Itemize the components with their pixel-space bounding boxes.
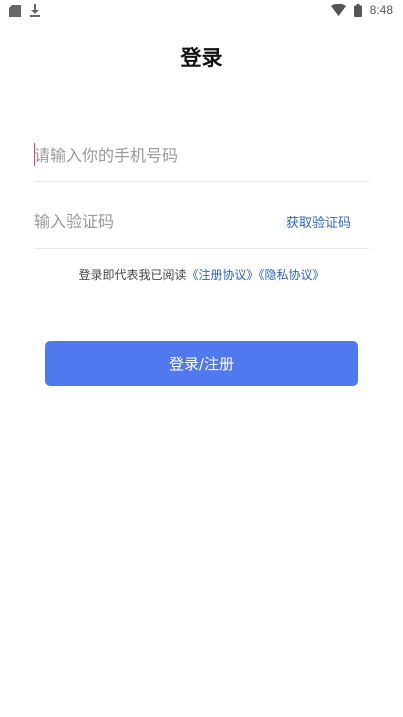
status-bar: 8:48 bbox=[0, 0, 403, 24]
agreement-text: 登录即代表我已阅读《注册协议》《隐私协议》 bbox=[0, 266, 403, 283]
status-bar-right: 8:48 bbox=[330, 3, 393, 17]
sd-card-icon bbox=[9, 4, 21, 17]
login-register-button[interactable]: 登录/注册 bbox=[45, 341, 358, 386]
download-icon bbox=[29, 4, 41, 17]
phone-field bbox=[34, 134, 369, 182]
verification-code-input[interactable] bbox=[34, 208, 274, 234]
agreement-prefix: 登录即代表我已阅读 bbox=[78, 268, 187, 282]
page-title: 登录 bbox=[180, 46, 223, 70]
battery-icon bbox=[353, 3, 362, 17]
code-field: 获取验证码 bbox=[34, 200, 369, 249]
status-bar-left bbox=[9, 4, 41, 17]
register-agreement-link[interactable]: 《注册协议》 bbox=[186, 268, 258, 282]
phone-input[interactable] bbox=[34, 142, 274, 168]
get-code-button[interactable]: 获取验证码 bbox=[286, 212, 351, 231]
status-time: 8:48 bbox=[369, 3, 393, 17]
wifi-icon bbox=[330, 4, 346, 16]
privacy-agreement-link[interactable]: 《隐私协议》 bbox=[259, 268, 325, 282]
